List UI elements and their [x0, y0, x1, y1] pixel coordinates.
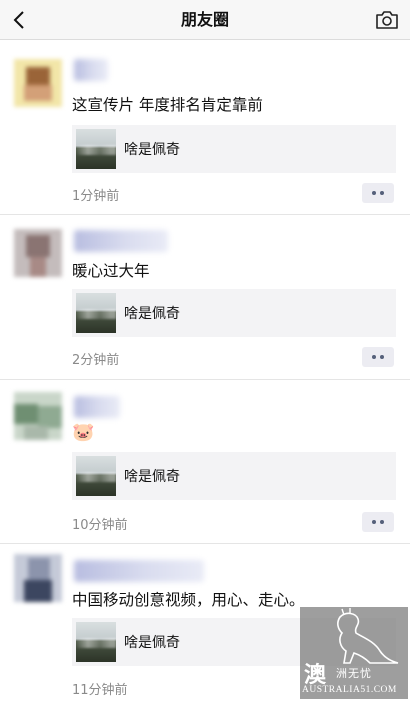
post-time: 1分钟前 — [72, 189, 120, 204]
more-actions-button[interactable] — [362, 347, 394, 367]
link-card[interactable]: 啥是佩奇 — [72, 125, 396, 173]
moment-post: 🐷 啥是佩奇 10分钟前 — [0, 380, 410, 544]
post-text: 🐷 — [72, 422, 95, 443]
avatar[interactable] — [14, 59, 62, 107]
avatar[interactable] — [14, 554, 62, 602]
camera-icon — [376, 11, 398, 29]
navigation-bar: 朋友圈 — [0, 0, 410, 40]
dot-icon — [380, 355, 384, 359]
watermark-subtitle: 洲无忧 — [336, 667, 372, 680]
avatar[interactable] — [14, 392, 62, 440]
page-title: 朋友圈 — [180, 10, 229, 29]
user-name[interactable] — [74, 560, 204, 582]
moment-post: 这宣传片 年度排名肯定靠前 啥是佩奇 1分钟前 — [0, 41, 410, 215]
post-text: 中国移动创意视频，用心、走心。 — [72, 591, 305, 609]
dot-icon — [380, 191, 384, 195]
link-title: 啥是佩奇 — [124, 306, 180, 322]
more-actions-button[interactable] — [362, 183, 394, 203]
moment-post: 暖心过大年 啥是佩奇 2分钟前 — [0, 215, 410, 380]
dot-icon — [372, 191, 376, 195]
avatar[interactable] — [14, 229, 62, 277]
watermark-domain: AUSTRALIA51.COM — [302, 685, 397, 695]
watermark-logo: 澳 洲无忧 AUSTRALIA51.COM — [300, 607, 408, 699]
post-time: 10分钟前 — [72, 518, 128, 533]
post-time: 2分钟前 — [72, 353, 120, 368]
link-title: 啥是佩奇 — [124, 142, 180, 158]
post-text: 这宣传片 年度排名肯定靠前 — [72, 96, 263, 114]
dot-icon — [380, 520, 384, 524]
link-thumbnail — [76, 293, 116, 333]
link-title: 啥是佩奇 — [124, 469, 180, 485]
post-text: 暖心过大年 — [72, 262, 150, 280]
user-name[interactable] — [74, 230, 168, 252]
dot-icon — [372, 355, 376, 359]
more-actions-button[interactable] — [362, 512, 394, 532]
post-time: 11分钟前 — [72, 683, 128, 698]
link-card[interactable]: 啥是佩奇 — [72, 452, 396, 500]
dot-icon — [372, 520, 376, 524]
link-thumbnail — [76, 129, 116, 169]
user-name[interactable] — [74, 396, 120, 418]
link-card[interactable]: 啥是佩奇 — [72, 289, 396, 337]
link-thumbnail — [76, 456, 116, 496]
camera-button[interactable] — [374, 7, 400, 33]
link-thumbnail — [76, 622, 116, 662]
link-title: 啥是佩奇 — [124, 635, 180, 651]
user-name[interactable] — [74, 59, 108, 81]
